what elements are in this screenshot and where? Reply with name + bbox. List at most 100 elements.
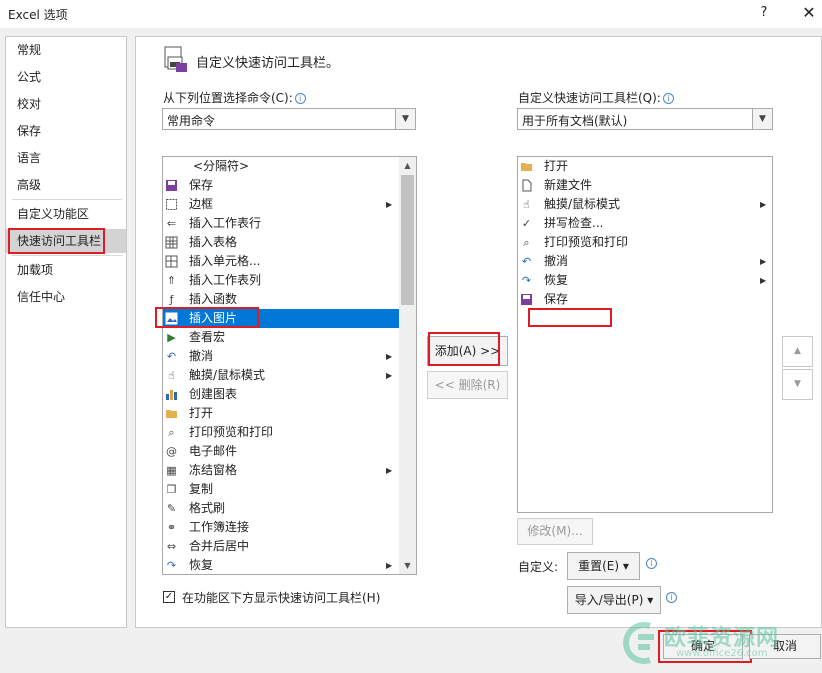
title-bar <box>0 0 822 28</box>
sidebar-item-quick-access-toolbar[interactable]: 快速访问工具栏 <box>6 229 126 253</box>
list-item[interactable]: ▦ 冻结窗格 ▶ <box>163 461 399 480</box>
list-item[interactable]: 插入图片 <box>163 309 399 328</box>
sidebar-item-formulas[interactable]: 公式 <box>6 65 126 89</box>
right-toolbar-label: 自定义快速访问工具栏(Q): i <box>518 89 674 106</box>
touch-icon: ☝ <box>168 369 175 382</box>
list-item-label: 触摸/鼠标模式 <box>544 197 621 211</box>
touch-icon: ☝ <box>523 198 530 211</box>
watermark-url: www.office26.com <box>676 648 768 659</box>
chevron-right-icon: ▶ <box>386 561 393 570</box>
list-item-label: 保存 <box>544 292 569 306</box>
list-item[interactable]: 新建文件 <box>518 176 772 195</box>
print-preview-icon: ⌕ <box>523 236 530 249</box>
main-panel: 自定义快速访问工具栏。 从下列位置选择命令(C): i 常用命令 ▼ <分隔符> 保… <box>135 36 822 628</box>
undo-icon: ↶ <box>521 255 532 268</box>
undo-icon: ↶ <box>166 350 177 363</box>
list-item[interactable]: ↷ 恢复 ▶ <box>163 556 399 574</box>
list-item[interactable]: ƒ 插入函数 <box>163 290 399 309</box>
list-item-label: 保存 <box>189 178 214 192</box>
move-down-button[interactable]: ▼ <box>782 369 813 400</box>
list-item[interactable]: 打开 <box>163 404 399 423</box>
list-item-label: 拼写检查... <box>544 216 604 230</box>
scroll-thumb[interactable] <box>401 175 414 305</box>
list-item[interactable]: ⌕ 打印预览和打印 <box>163 423 399 442</box>
list-item-label: 电子邮件 <box>189 444 238 458</box>
chevron-right-icon: ▶ <box>760 276 767 285</box>
sidebar-item-proofing[interactable]: 校对 <box>6 92 126 116</box>
list-item[interactable]: ⇐ 插入工作表行 <box>163 214 399 233</box>
list-item[interactable]: 创建图表 <box>163 385 399 404</box>
list-item[interactable]: ↶ 撤消 ▶ <box>518 252 772 271</box>
list-item[interactable]: 保存 <box>518 290 772 309</box>
sidebar-item-addins[interactable]: 加载项 <box>6 258 126 282</box>
import-export-button[interactable]: 导入/导出(P) ▾ <box>567 586 661 614</box>
list-item[interactable]: 插入表格 <box>163 233 399 252</box>
picture-icon <box>165 312 178 325</box>
quick-access-toolbar-icon <box>164 46 187 72</box>
help-button[interactable]: ? <box>752 2 776 24</box>
show-below-ribbon-label: 在功能区下方显示快速访问工具栏(H) <box>182 591 381 605</box>
move-up-button[interactable]: ▲ <box>782 336 813 367</box>
info-icon: i <box>294 93 306 104</box>
chevron-right-icon: ▶ <box>386 352 393 361</box>
list-item-label: 复制 <box>189 482 214 496</box>
list-item[interactable]: ↷ 恢复 ▶ <box>518 271 772 290</box>
scroll-down-icon[interactable]: ▼ <box>399 557 416 574</box>
scroll-up-icon[interactable]: ▲ <box>399 157 416 174</box>
list-item[interactable]: ⌕ 打印预览和打印 <box>518 233 772 252</box>
command-source-select[interactable]: 常用命令 ▼ <box>162 108 416 130</box>
list-item-label: 冻结窗格 <box>189 463 238 477</box>
list-item[interactable]: ✓ 拼写检查... <box>518 214 772 233</box>
sidebar-item-general[interactable]: 常规 <box>6 38 126 62</box>
reset-button[interactable]: 重置(E) ▾ <box>567 552 640 580</box>
toolbar-commands-list[interactable]: 打开 新建文件 ☝ 触摸/鼠标模式 ▶ ✓ 拼写检查... ⌕ 打印预览和打印 ↶ 撤消 ▶ ↷ 恢复 ▶ 保… <box>517 156 773 513</box>
list-item-label: 恢复 <box>189 558 214 572</box>
show-below-ribbon-checkbox[interactable]: ✓ <box>163 591 175 603</box>
toolbar-scope-select[interactable]: 用于所有文档(默认) ▼ <box>517 108 773 130</box>
insert-cell-icon <box>165 255 178 268</box>
table-icon <box>165 236 178 249</box>
list-item[interactable]: ⚭ 工作簿连接 <box>163 518 399 537</box>
list-item-label: 合并后居中 <box>189 539 250 553</box>
list-item[interactable]: ❐ 复制 <box>163 480 399 499</box>
macro-icon: ▶ <box>167 331 176 344</box>
list-item[interactable]: ✎ 格式刷 <box>163 499 399 518</box>
sidebar-item-trust-center[interactable]: 信任中心 <box>6 285 126 309</box>
sidebar-item-language[interactable]: 语言 <box>6 146 126 170</box>
list-item-label: 插入工作表行 <box>189 216 262 230</box>
list-item-label: 新建文件 <box>544 178 593 192</box>
spellcheck-icon: ✓ <box>521 217 532 230</box>
list-item[interactable]: ⇑ 插入工作表列 <box>163 271 399 290</box>
list-item[interactable]: @ 电子邮件 <box>163 442 399 461</box>
list-item[interactable]: ▶ 查看宏 <box>163 328 399 347</box>
list-item[interactable]: 打开 <box>518 157 772 176</box>
sidebar-item-customize-ribbon[interactable]: 自定义功能区 <box>6 202 126 226</box>
list-item-label: 打开 <box>189 406 214 420</box>
insert-column-icon: ⇑ <box>166 274 177 287</box>
add-button[interactable]: 添加(A) >> <box>427 336 508 366</box>
chevron-down-icon[interactable]: ▼ <box>395 109 415 129</box>
redo-icon: ↷ <box>166 559 177 572</box>
list-item[interactable]: <分隔符> <box>163 157 399 176</box>
list-item[interactable]: ☝ 触摸/鼠标模式 ▶ <box>163 366 399 385</box>
sidebar-item-save[interactable]: 保存 <box>6 119 126 143</box>
list-item[interactable]: 插入单元格... <box>163 252 399 271</box>
available-commands-list[interactable]: <分隔符> 保存边框 ▶ ⇐ 插入工作表行 插入表格 插入单元格... ⇑ 插入工作表列 ƒ 插入函… <box>162 156 417 575</box>
modify-button[interactable]: 修改(M)... <box>517 518 593 545</box>
info-icon: i <box>666 592 677 603</box>
list-item[interactable]: ☝ 触摸/鼠标模式 ▶ <box>518 195 772 214</box>
scrollbar[interactable]: ▲ ▼ <box>399 157 416 574</box>
remove-button[interactable]: << 删除(R) <box>427 371 508 399</box>
list-item-label: 边框 <box>189 197 214 211</box>
chevron-right-icon: ▶ <box>760 257 767 266</box>
list-item[interactable]: 边框 ▶ <box>163 195 399 214</box>
list-item[interactable]: ↶ 撤消 ▶ <box>163 347 399 366</box>
chevron-right-icon: ▶ <box>386 200 393 209</box>
list-item-label: 恢复 <box>544 273 569 287</box>
list-item[interactable]: 保存 <box>163 176 399 195</box>
chevron-down-icon[interactable]: ▼ <box>752 109 772 129</box>
sidebar-item-advanced[interactable]: 高级 <box>6 173 126 197</box>
list-item[interactable]: ⇔ 合并后居中 <box>163 537 399 556</box>
close-button[interactable]: ✕ <box>796 1 822 25</box>
merge-icon: ⇔ <box>166 540 177 553</box>
